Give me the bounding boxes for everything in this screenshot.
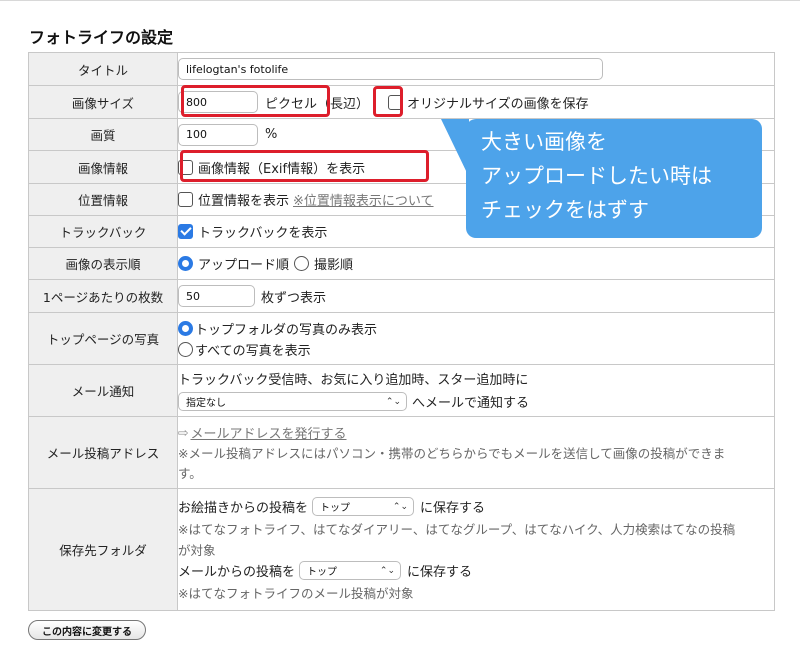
chevron-updown-icon: ⌃⌄ [392, 501, 409, 512]
location-checkbox-label: 位置情報を表示 [198, 194, 290, 209]
mail-post-folder-suffix: に保存する [407, 565, 473, 580]
order-shot-radio[interactable] [294, 256, 310, 271]
callout-line3: チェックをはずす [481, 198, 649, 222]
row-display-order: 画像の表示順 アップロード順 撮影順 [28, 247, 775, 280]
row-save-folder: 保存先フォルダ お絵描きからの投稿を トップ ⌃⌄ に保存する ※はてなフォトラ… [28, 488, 775, 611]
callout-line2: アップロードしたい時は [481, 164, 712, 188]
row-top-photo: トップページの写真 トップフォルダの写真のみ表示 すべての写真を表示 [28, 312, 775, 365]
keep-original-checkbox[interactable] [388, 94, 404, 110]
callout-line1: 大きい画像を [481, 130, 607, 154]
mail-notify-description: トラックバック受信時、お気に入り追加時、スター追加時に [178, 373, 529, 388]
chevron-updown-icon: ⌃⌄ [385, 396, 401, 407]
mail-notify-suffix: へメールで通知する [412, 396, 530, 411]
title-input[interactable] [178, 58, 603, 80]
mail-notify-select[interactable]: 指定なし ⌃⌄ [178, 392, 407, 411]
location-help-link[interactable]: ※位置情報表示について [293, 190, 434, 209]
row-per-page: 1ページあたりの枚数 枚ずつ表示 [28, 279, 775, 313]
keep-original-label: オリジナルサイズの画像を保存 [407, 96, 589, 112]
mail-folder-note: ※はてなフォトライフのメール投稿が対象 [178, 586, 414, 601]
top-folder-only-radio[interactable] [178, 320, 193, 336]
mail-post-note-line2: す。 [178, 466, 202, 481]
save-folder-label: 保存先フォルダ [28, 488, 178, 611]
page-title: フォトライフの設定 [29, 28, 174, 47]
callout-pointer [441, 119, 469, 177]
per-page-input[interactable] [178, 285, 255, 307]
drawing-post-prefix: お絵描きからの投稿を [178, 501, 309, 516]
order-shot-label: 撮影順 [314, 258, 354, 273]
all-photos-label: すべての写真を表示 [195, 343, 311, 359]
order-upload-radio[interactable] [178, 256, 193, 271]
per-page-label: 1ページあたりの枚数 [28, 279, 178, 313]
row-mail-post: メール投稿アドレス ⇨ メールアドレスを発行する ※メール投稿アドレスにはパソコ… [28, 416, 775, 489]
row-title: タイトル [28, 52, 775, 86]
trackback-checkbox[interactable] [178, 224, 193, 239]
drawing-folder-select-value: トップ [320, 503, 351, 514]
quality-unit: % [265, 127, 278, 142]
drawing-note-line2: が対象 [178, 543, 216, 558]
location-label: 位置情報 [28, 183, 178, 216]
trackback-checkbox-label: トラックバックを表示 [198, 226, 328, 241]
submit-button[interactable]: この内容に変更する [28, 620, 146, 640]
top-folder-only-label: トップフォルダの写真のみ表示 [195, 322, 378, 338]
issue-mail-address-link[interactable]: メールアドレスを発行する [190, 423, 346, 442]
image-info-checkbox-label: 画像情報（Exif情報）を表示 [198, 161, 366, 177]
row-image-size: 画像サイズ ピクセル（長辺） オリジナルサイズの画像を保存 [28, 85, 775, 119]
image-info-label: 画像情報 [28, 150, 178, 184]
mail-folder-select-value: トップ [307, 567, 338, 578]
mail-post-folder-prefix: メールからの投稿を [178, 565, 296, 580]
location-checkbox[interactable] [178, 192, 193, 207]
image-size-unit: ピクセル（長辺） [265, 96, 370, 112]
top-divider [0, 0, 800, 1]
mail-post-note-line1: ※メール投稿アドレスにはパソコン・携帯のどちらからでもメールを送信して画像の投稿… [178, 446, 726, 461]
arrow-right-icon: ⇨ [178, 425, 189, 440]
image-size-input[interactable] [178, 91, 258, 113]
mail-post-label: メール投稿アドレス [28, 416, 178, 489]
top-photo-label: トップページの写真 [28, 312, 178, 365]
quality-input[interactable] [178, 123, 258, 146]
mail-notify-select-value: 指定なし [186, 398, 226, 409]
image-size-label: 画像サイズ [28, 85, 178, 119]
mail-folder-select[interactable]: トップ ⌃⌄ [299, 561, 402, 580]
mail-notify-label: メール通知 [28, 364, 178, 417]
drawing-note-line1: ※はてなフォトライフ、はてなダイアリー、はてなグループ、はてなハイク、人力検索は… [178, 522, 736, 537]
quality-label: 画質 [28, 118, 178, 151]
image-info-checkbox[interactable] [178, 159, 193, 175]
trackback-label: トラックバック [28, 215, 178, 248]
per-page-suffix: 枚ずつ表示 [261, 290, 327, 306]
display-order-label: 画像の表示順 [28, 247, 178, 280]
callout-note: 大きい画像を アップロードしたい時は チェックをはずす [466, 119, 762, 238]
drawing-post-suffix: に保存する [420, 501, 486, 516]
chevron-updown-icon: ⌃⌄ [379, 565, 396, 576]
row-mail-notify: メール通知 トラックバック受信時、お気に入り追加時、スター追加時に 指定なし ⌃… [28, 364, 775, 417]
drawing-folder-select[interactable]: トップ ⌃⌄ [312, 497, 415, 516]
order-upload-label: アップロード順 [198, 258, 290, 273]
all-photos-radio[interactable] [178, 341, 193, 357]
title-label: タイトル [28, 52, 178, 86]
